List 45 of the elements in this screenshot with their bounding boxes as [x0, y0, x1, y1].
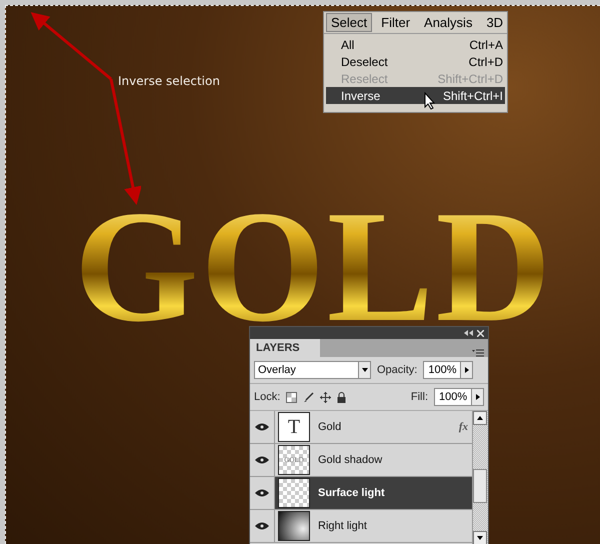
close-icon[interactable] — [477, 330, 484, 336]
scrollbar[interactable] — [472, 411, 488, 544]
layer-name: Surface light — [318, 487, 386, 499]
eye-icon[interactable] — [255, 522, 269, 530]
layer-thumbnail — [278, 478, 310, 508]
effects-badge[interactable]: fx — [458, 421, 468, 433]
stepper-arrow-icon — [464, 367, 470, 373]
cursor-icon — [424, 92, 436, 110]
stepper-arrow-icon — [474, 394, 480, 400]
lock-icon[interactable] — [337, 392, 346, 402]
layers-tab[interactable]: LAYERS — [250, 339, 320, 357]
brush-icon[interactable] — [303, 392, 314, 402]
move-icon[interactable] — [320, 392, 332, 402]
layer-name: Gold shadow — [318, 454, 384, 466]
eye-icon[interactable] — [255, 456, 269, 464]
menu-item[interactable]: Inverse Shift+Ctrl+I — [326, 87, 505, 104]
menu-item[interactable]: Deselect Ctrl+D — [326, 53, 505, 70]
layer-name: Right light — [318, 520, 368, 532]
menu-bar-item[interactable]: Filter — [376, 13, 416, 32]
opacity-label: Opacity: — [377, 364, 418, 376]
layer-row[interactable]: Surface light — [250, 477, 472, 510]
fill-label: Fill: — [410, 391, 428, 403]
collapse-icon[interactable] — [464, 330, 473, 336]
lock-transparency-icon[interactable] — [286, 392, 298, 402]
annotation-label: Inverse selection — [118, 74, 220, 88]
eye-icon[interactable] — [255, 489, 269, 497]
fill-field[interactable]: 100% — [434, 388, 484, 406]
lock-label: Lock: — [254, 391, 280, 403]
menu-bar-item[interactable]: Select — [326, 13, 372, 32]
blend-mode-dropdown[interactable]: Overlay — [254, 361, 371, 379]
eye-icon[interactable] — [255, 423, 269, 431]
layer-thumbnail: T — [278, 412, 310, 442]
layer-name: Gold — [318, 421, 342, 433]
scroll-down-icon — [477, 535, 483, 541]
dropdown-arrow-icon — [362, 367, 368, 373]
menu-bar-item[interactable]: 3D — [481, 13, 508, 32]
scroll-thumb[interactable] — [473, 469, 487, 503]
layer-row[interactable]: T Gold fx — [250, 411, 472, 444]
layer-row[interactable]: Right light — [250, 510, 472, 543]
menu-item[interactable]: All Ctrl+A — [326, 36, 505, 53]
menu-bar-item[interactable]: Analysis — [419, 13, 478, 32]
layer-thumbnail — [278, 511, 310, 541]
panel-menu-icon[interactable] — [472, 349, 484, 357]
scroll-up-icon — [477, 415, 483, 421]
opacity-field[interactable]: 100% — [423, 361, 474, 379]
